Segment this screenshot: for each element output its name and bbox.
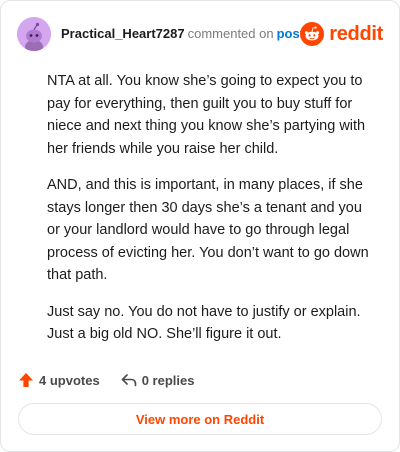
upvote-button[interactable]: 4 upvotes — [17, 371, 100, 389]
reply-arrow-icon — [121, 374, 136, 387]
upvote-count: 4 upvotes — [39, 372, 100, 388]
upvote-arrow-icon — [19, 373, 33, 387]
comment-meta: Practical_Heart7287 commented on post — [61, 26, 304, 42]
comment-paragraph: Just say no. You do not have to justify … — [47, 303, 361, 343]
user-avatar[interactable] — [17, 17, 51, 51]
reddit-wordmark: reddit — [329, 22, 383, 45]
reddit-brand[interactable]: reddit — [300, 21, 383, 47]
embedded-comment-card: Practical_Heart7287 commented on post redd… — [0, 0, 400, 452]
comment-paragraph: AND, and this is important, in many plac… — [47, 177, 369, 283]
comment-paragraph: NTA at all. You know she’s going to expe… — [47, 73, 366, 157]
reddit-snoo-logo-icon — [300, 22, 325, 46]
reply-button[interactable]: 0 replies — [120, 371, 195, 389]
comment-body: NTA at all. You know she’s going to expe… — [47, 70, 377, 360]
comment-header: Practical_Heart7287 commented on post redd… — [17, 17, 383, 51]
commented-on-text: commented on — [187, 26, 274, 41]
reply-count: 0 replies — [141, 372, 195, 388]
comment-actions: 4 upvotes 0 replies — [17, 369, 194, 391]
username-link[interactable]: Practical_Heart7287 — [61, 26, 185, 41]
view-more-on-reddit-button[interactable]: View more on Reddit — [18, 403, 382, 435]
snoo-avatar-icon — [17, 17, 51, 51]
